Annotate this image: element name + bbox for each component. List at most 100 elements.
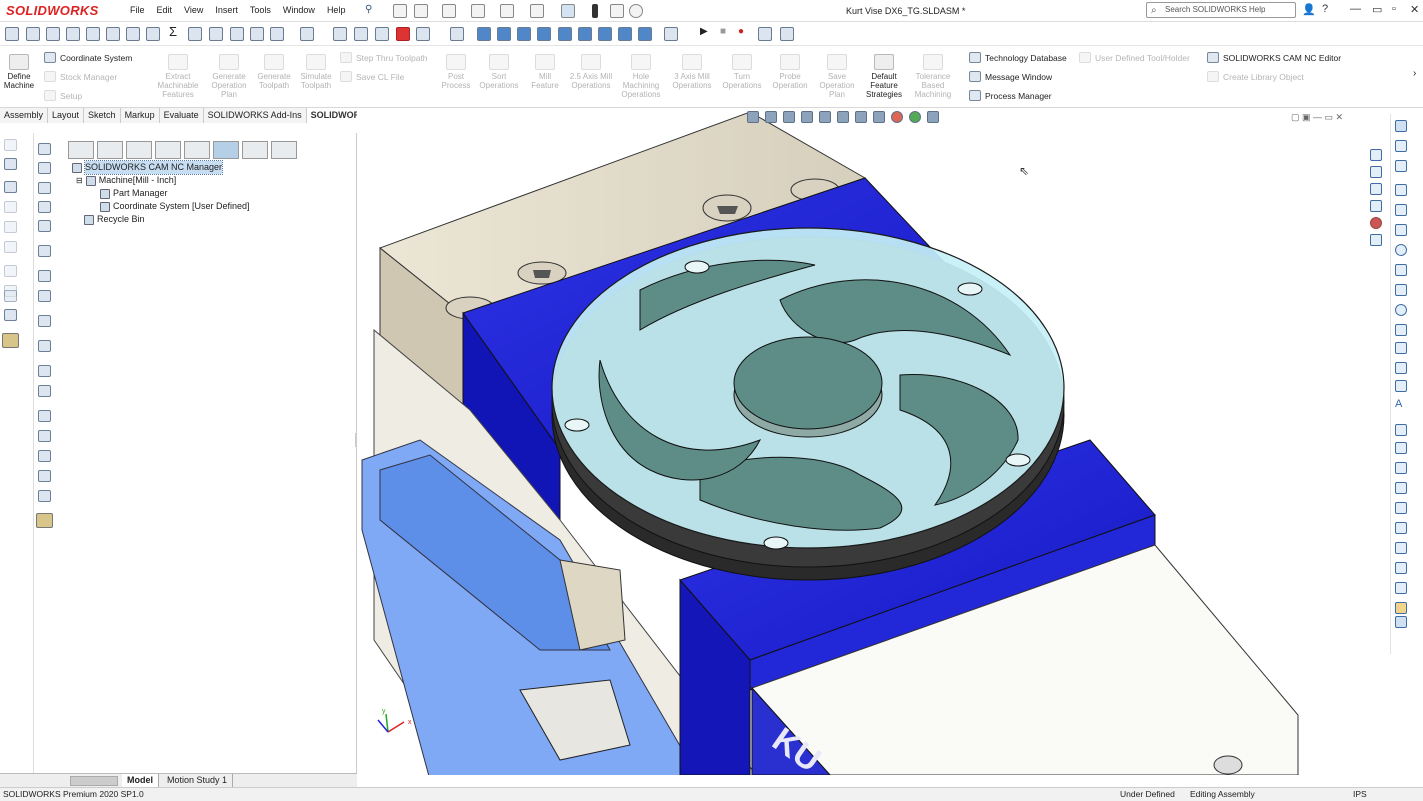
left-tool-icon-3[interactable] bbox=[4, 181, 17, 193]
text-icon[interactable]: A bbox=[1395, 398, 1407, 410]
pin-icon[interactable]: ⚲ bbox=[365, 4, 379, 18]
select-pointer-icon[interactable] bbox=[1395, 120, 1407, 132]
save-operation-plan-button[interactable]: Save Operation Plan bbox=[815, 54, 859, 99]
tool-icon-18[interactable] bbox=[416, 27, 430, 41]
close-button[interactable]: ✕ bbox=[1410, 3, 1419, 16]
cam-operation-tab[interactable] bbox=[242, 141, 268, 159]
cam-cmd-icon-3[interactable] bbox=[38, 182, 51, 194]
tool-icon-9[interactable] bbox=[188, 27, 202, 41]
tool-icon-15[interactable] bbox=[333, 27, 347, 41]
cam-cmd-icon-2[interactable] bbox=[38, 162, 51, 174]
tool-icon-8[interactable] bbox=[146, 27, 160, 41]
left-tool-icon-4[interactable] bbox=[4, 201, 17, 213]
tool-icon-5[interactable] bbox=[86, 27, 100, 41]
user-icon[interactable]: 👤 bbox=[1302, 3, 1316, 16]
process-manager-button[interactable]: Process Manager bbox=[969, 90, 1052, 101]
rebuild-icon[interactable] bbox=[592, 4, 598, 18]
view-orientation-icon[interactable] bbox=[837, 111, 849, 123]
help-icon[interactable]: ? bbox=[1322, 3, 1328, 15]
tolerance-based-machining-button[interactable]: Tolerance Based Machining bbox=[910, 54, 956, 99]
tab-markup[interactable]: Markup bbox=[120, 108, 160, 123]
tool-icon-6[interactable] bbox=[106, 27, 120, 41]
configuration-tab[interactable] bbox=[126, 141, 152, 159]
dynamic-annotation-icon[interactable] bbox=[819, 111, 831, 123]
stock-manager-button[interactable]: Stock Manager bbox=[44, 71, 117, 82]
tool-icon-10[interactable] bbox=[209, 27, 223, 41]
tree-machine[interactable]: ⊟ Machine[Mill - Inch] bbox=[76, 174, 176, 187]
rectangle-icon[interactable] bbox=[1395, 204, 1407, 216]
cam-cmd-icon-9[interactable] bbox=[38, 315, 51, 327]
spline-icon[interactable] bbox=[1395, 284, 1407, 296]
view-icon-9[interactable] bbox=[638, 27, 652, 41]
default-feature-strategies-button[interactable]: Default Feature Strategies bbox=[862, 54, 906, 99]
polygon-icon[interactable] bbox=[1395, 342, 1407, 354]
tree-root[interactable]: SOLIDWORKS CAM NC Manager bbox=[72, 159, 224, 176]
tool-icon-1[interactable] bbox=[5, 27, 19, 41]
tree-coordinate-system[interactable]: Coordinate System [User Defined] bbox=[100, 200, 250, 213]
tool-icon-17[interactable] bbox=[375, 27, 389, 41]
tab-layout[interactable]: Layout bbox=[48, 108, 85, 123]
cam-measure-icon[interactable] bbox=[36, 513, 53, 528]
move-entities-icon[interactable] bbox=[1395, 522, 1407, 534]
create-library-object-button[interactable]: Create Library Object bbox=[1207, 71, 1304, 82]
record-icon[interactable]: ● bbox=[738, 26, 752, 40]
cam-cmd-icon-1[interactable] bbox=[38, 143, 51, 155]
view-icon-1[interactable] bbox=[477, 27, 491, 41]
section-view-icon[interactable] bbox=[801, 111, 813, 123]
menu-window[interactable]: Window bbox=[283, 5, 315, 15]
setup-button[interactable]: Setup bbox=[44, 90, 82, 101]
cam-tool-tab[interactable] bbox=[271, 141, 297, 159]
cam-cmd-icon-11[interactable] bbox=[38, 365, 51, 377]
tool-icon-14[interactable] bbox=[300, 27, 314, 41]
left-tool-icon-6[interactable] bbox=[4, 241, 17, 253]
sum-icon[interactable]: Σ bbox=[169, 24, 183, 39]
ellipse-icon[interactable] bbox=[1395, 304, 1407, 316]
technology-database-button[interactable]: Technology Database bbox=[969, 52, 1067, 63]
left-tool-icon-1[interactable] bbox=[4, 139, 17, 151]
save-cl-file-button[interactable]: Save CL File bbox=[340, 71, 404, 82]
tool-icon-7[interactable] bbox=[126, 27, 140, 41]
user-defined-tool-button[interactable]: User Defined Tool/Holder bbox=[1079, 52, 1190, 63]
custom-properties-tab-icon[interactable] bbox=[1370, 234, 1382, 246]
coordinate-system-button[interactable]: Coordinate System bbox=[44, 52, 132, 63]
select-icon[interactable] bbox=[561, 4, 575, 18]
tab-addins[interactable]: SOLIDWORKS Add-Ins bbox=[203, 108, 307, 123]
propertymanager-tab[interactable] bbox=[97, 141, 123, 159]
cam-cmd-icon-4[interactable] bbox=[38, 201, 51, 213]
hide-show-icon[interactable] bbox=[873, 111, 885, 123]
tab-motion-study[interactable]: Motion Study 1 bbox=[162, 774, 234, 787]
view-icon-7[interactable] bbox=[598, 27, 612, 41]
cam-feature-tab[interactable] bbox=[213, 141, 239, 159]
relations-icon[interactable] bbox=[1395, 542, 1407, 554]
post-process-button[interactable]: Post Process bbox=[438, 54, 474, 90]
display-tab[interactable] bbox=[184, 141, 210, 159]
offset-icon[interactable] bbox=[1395, 462, 1407, 474]
menu-tools[interactable]: Tools bbox=[250, 5, 271, 15]
instant2d-icon[interactable] bbox=[1395, 616, 1407, 628]
tool-icon-19[interactable] bbox=[450, 27, 464, 41]
tool-icon-11[interactable] bbox=[230, 27, 244, 41]
minimize-button[interactable]: — bbox=[1350, 3, 1361, 15]
tool-icon-3[interactable] bbox=[46, 27, 60, 41]
tab-assembly[interactable]: Assembly bbox=[0, 108, 49, 123]
search-input[interactable]: ⌕ Search SOLIDWORKS Help bbox=[1146, 2, 1296, 18]
view-palette-tab-icon[interactable] bbox=[1370, 200, 1382, 212]
simulate-toolpath-button[interactable]: Simulate Toolpath bbox=[296, 54, 336, 90]
stop-square-icon[interactable]: ■ bbox=[720, 26, 734, 40]
file-explorer-tab-icon[interactable] bbox=[1370, 183, 1382, 195]
smart-dimension-icon[interactable] bbox=[1395, 160, 1407, 172]
repair-sketch-icon[interactable] bbox=[1395, 562, 1407, 574]
zoom-to-fit-icon[interactable] bbox=[747, 111, 759, 123]
view-icon-4[interactable] bbox=[537, 27, 551, 41]
tool-icon-13[interactable] bbox=[270, 27, 284, 41]
view-icon-3[interactable] bbox=[517, 27, 531, 41]
new-document-icon[interactable] bbox=[414, 4, 428, 18]
pattern-icon[interactable] bbox=[1395, 502, 1407, 514]
tab-sketch[interactable]: Sketch bbox=[84, 108, 121, 123]
cam-cmd-icon-15[interactable] bbox=[38, 450, 51, 462]
sketch-icon[interactable] bbox=[1395, 140, 1407, 152]
file-properties-icon[interactable] bbox=[610, 4, 624, 18]
undo-icon[interactable] bbox=[530, 4, 544, 18]
stop-icon[interactable] bbox=[396, 27, 410, 41]
step-thru-toolpath-button[interactable]: Step Thru Toolpath bbox=[340, 52, 428, 63]
